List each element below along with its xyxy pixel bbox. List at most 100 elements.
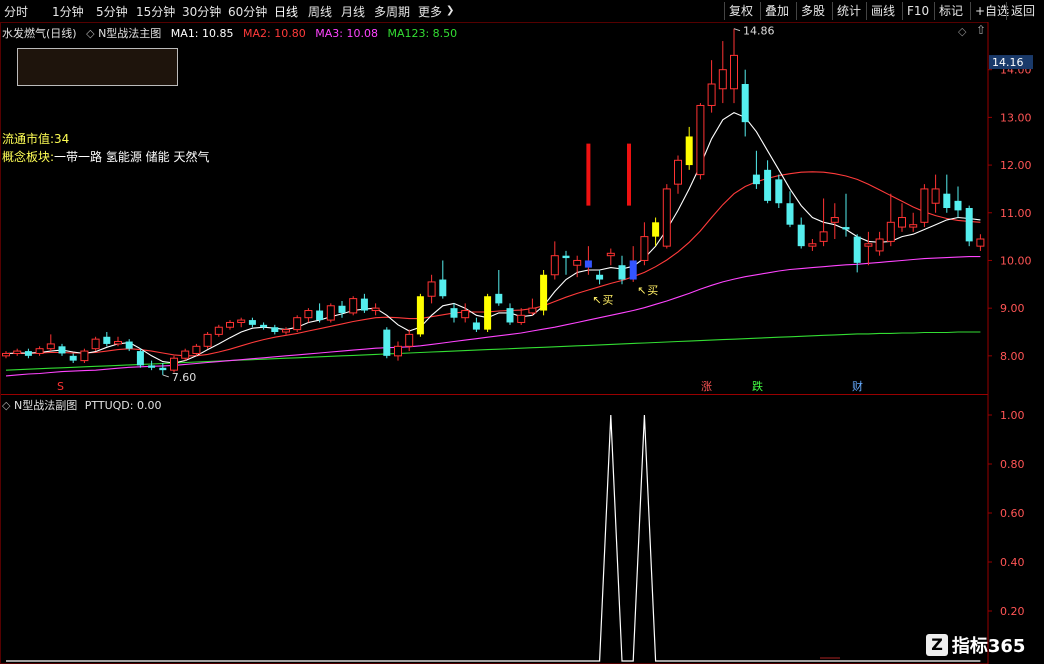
- pttuqd-line: [6, 414, 981, 662]
- period-tab-multi[interactable]: 多周期: [374, 3, 410, 20]
- candle-body: [685, 136, 693, 166]
- candle-body: [819, 231, 828, 242]
- candle-body: [707, 83, 716, 106]
- mark-button[interactable]: 标记: [934, 2, 967, 20]
- candle-body: [842, 227, 850, 230]
- chart-canvas[interactable]: 14.0013.0012.0011.0010.009.008.0014.161.…: [0, 22, 1044, 664]
- candle-body: [730, 54, 738, 90]
- period-tab-weekly[interactable]: 周线: [308, 3, 332, 20]
- period-tab-fenshi[interactable]: 分时: [4, 3, 28, 20]
- candle-body: [461, 310, 470, 319]
- multi-stock-button[interactable]: 多股: [796, 2, 829, 20]
- candle-body: [450, 308, 458, 318]
- candle-body: [886, 221, 895, 242]
- draw-line-button[interactable]: 画线: [866, 2, 899, 20]
- candle-body: [125, 341, 133, 349]
- candle-body: [797, 224, 805, 247]
- period-tab-60min[interactable]: 60分钟: [228, 3, 267, 20]
- sub-tick-label: 0.60: [1000, 507, 1025, 520]
- candle-body: [550, 255, 559, 276]
- annotation-layer: 14.867.60↖ 买↖ 买S 涨跌财: [57, 25, 863, 393]
- moving-average-layer: [5, 111, 981, 377]
- price-tick-label: 9.00: [1000, 302, 1025, 315]
- candle-body: [943, 193, 951, 208]
- candle-body: [181, 350, 190, 359]
- ma1-line: [5, 111, 981, 364]
- candle-body: [24, 351, 32, 356]
- period-tab-15min[interactable]: 15分钟: [136, 3, 175, 20]
- candle-body: [248, 320, 256, 325]
- candle-body: [775, 179, 783, 204]
- candle-body: [360, 298, 368, 311]
- watermark-logo-icon: Z: [926, 634, 948, 656]
- candle-body: [786, 203, 794, 225]
- watermark: Z 指标365: [926, 632, 1042, 660]
- period-tab-more[interactable]: 更多: [418, 3, 442, 20]
- candle-body: [114, 341, 122, 345]
- candle-body: [103, 336, 111, 344]
- candle-body: [371, 307, 380, 312]
- candle-body: [618, 265, 626, 280]
- candle-body: [864, 243, 873, 247]
- grid-layer: [0, 22, 1044, 664]
- period-tab-1min[interactable]: 1分钟: [52, 3, 84, 20]
- candle-body: [46, 343, 55, 350]
- candle-body: [58, 346, 66, 354]
- candle-body: [584, 260, 592, 268]
- ma3-line: [5, 256, 981, 377]
- restore-rights-button[interactable]: 复权: [724, 2, 757, 20]
- candle-body: [416, 296, 424, 335]
- period-tab-30min[interactable]: 30分钟: [182, 3, 221, 20]
- low-price-label: 7.60: [172, 371, 197, 384]
- price-tick-label: 12.00: [1000, 159, 1032, 172]
- statistics-button[interactable]: 统计: [832, 2, 865, 20]
- candle-body: [640, 236, 649, 261]
- candle-body: [764, 169, 772, 201]
- period-tab-monthly[interactable]: 月线: [341, 3, 365, 20]
- candle-body: [35, 348, 44, 354]
- candle-body: [909, 224, 918, 228]
- candle-body: [898, 217, 906, 228]
- candle-body: [484, 296, 492, 330]
- chart-border: [0, 22, 1044, 664]
- overlay-button[interactable]: 叠加: [760, 2, 793, 20]
- candle-body: [293, 317, 302, 331]
- candle-body: [495, 293, 503, 304]
- high-arrow: [733, 28, 741, 32]
- chevron-right-icon[interactable]: ❯: [446, 5, 454, 16]
- period-tab-5min[interactable]: 5分钟: [96, 3, 128, 20]
- sub-indicator-layer: [6, 414, 981, 662]
- buy-arrow-icon: ↖: [637, 284, 646, 297]
- candle-body: [203, 333, 212, 347]
- candle-body: [260, 324, 268, 328]
- candle-body: [383, 329, 391, 356]
- back-button[interactable]: 返回: [1006, 2, 1039, 20]
- candle-body: [338, 305, 346, 313]
- candle-body: [629, 260, 637, 280]
- candle-body: [606, 252, 615, 257]
- event-marker: 财: [852, 379, 863, 393]
- sub-tick-label: 0.80: [1000, 458, 1025, 471]
- candle-body: [326, 305, 335, 321]
- candle-body: [573, 259, 582, 266]
- high-price-label: 14.86: [743, 25, 775, 38]
- candle-layer: [2, 28, 985, 375]
- f10-button[interactable]: F10: [902, 2, 933, 20]
- event-marker: 涨: [701, 380, 712, 393]
- candle-body: [69, 355, 77, 361]
- sub-tick-label: 0.20: [1000, 605, 1025, 618]
- candle-body: [528, 307, 537, 314]
- candle-body: [13, 350, 22, 354]
- candle-body: [394, 345, 402, 357]
- price-tick-label: 13.00: [1000, 111, 1032, 124]
- candle-body: [304, 310, 313, 319]
- period-tab-daily[interactable]: 日线: [274, 3, 298, 20]
- candle-body: [662, 188, 671, 247]
- candle-body: [349, 298, 358, 314]
- candle-body: [696, 104, 705, 176]
- candle-body: [170, 357, 178, 371]
- candle-body: [808, 243, 817, 247]
- low-arrow: [162, 374, 169, 378]
- candle-body: [427, 281, 436, 297]
- ma2-line: [6, 171, 981, 357]
